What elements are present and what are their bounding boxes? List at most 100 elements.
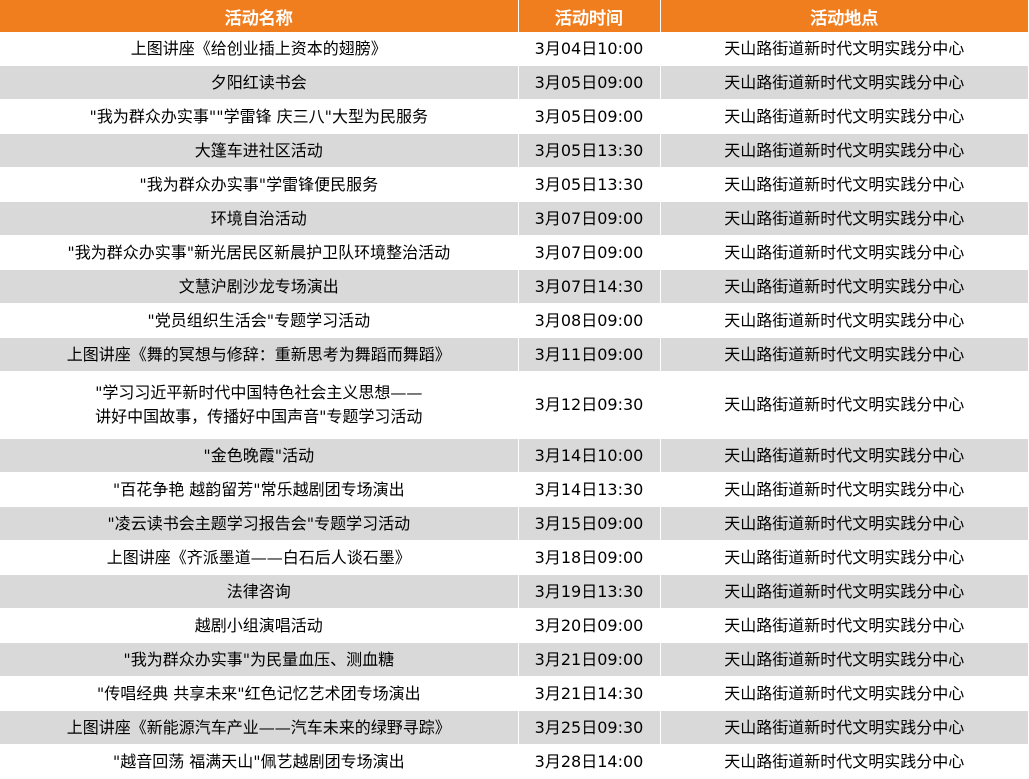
activity-time: 3月14日13:30 [518, 472, 661, 507]
activity-name-cell: "党员组织生活会"专题学习活动 [0, 303, 519, 338]
activity-time: 3月05日09:00 [518, 99, 661, 134]
activity-time: 3月15日09:00 [518, 506, 661, 541]
activity-name-cell: 上图讲座《给创业插上资本的翅膀》 [0, 32, 519, 66]
activity-name: "我为群众办实事"为民量血压、测血糖 [123, 649, 395, 669]
activity-place: 天山路街道新时代文明实践分中心 [660, 472, 1028, 507]
activity-place: 天山路街道新时代文明实践分中心 [660, 642, 1028, 677]
activity-time: 3月19日13:30 [518, 574, 661, 609]
activity-place: 天山路街道新时代文明实践分中心 [660, 744, 1028, 779]
activity-name-cell: "我为群众办实事"新光居民区新晨护卫队环境整治活动 [0, 235, 519, 270]
table-row: "我为群众办实事"学雷锋便民服务 3月05日13:30 天山路街道新时代文明实践分中… [0, 167, 1028, 202]
table-row: "我为群众办实事""学雷锋 庆三八"大型为民服务 3月05日09:00 天山路街道新… [0, 99, 1028, 134]
activity-name: "我为群众办实事""学雷锋 庆三八"大型为民服务 [89, 106, 429, 126]
activity-place: 天山路街道新时代文明实践分中心 [660, 506, 1028, 541]
activity-time: 3月07日09:00 [518, 235, 661, 270]
activity-place: 天山路街道新时代文明实践分中心 [660, 710, 1028, 745]
table-row: "我为群众办实事"新光居民区新晨护卫队环境整治活动 3月07日09:00 天山路街道… [0, 235, 1028, 270]
activity-name: 夕阳红读书会 [210, 72, 307, 92]
activity-name-line2: 讲好中国故事，传播好中国声音"专题学习活动 [95, 407, 423, 426]
activity-name: "学习习近平新时代中国特色社会主义思想—— [95, 383, 423, 402]
activity-time: 3月18日09:00 [518, 540, 661, 575]
table-row: "越音回荡 福满天山"佩艺越剧团专场演出 3月28日14:00 天山路街道新时代文明… [0, 744, 1028, 779]
activity-place: 天山路街道新时代文明实践分中心 [660, 235, 1028, 270]
activity-name: 上图讲座《给创业插上资本的翅膀》 [130, 38, 387, 58]
activity-place: 天山路街道新时代文明实践分中心 [660, 438, 1028, 473]
activity-name-cell: 上图讲座《舞的冥想与修辞：重新思考为舞蹈而舞蹈》 [0, 337, 519, 372]
activity-time: 3月08日09:00 [518, 303, 661, 338]
activity-name: "党员组织生活会"专题学习活动 [147, 310, 371, 330]
activity-place: 天山路街道新时代文明实践分中心 [660, 608, 1028, 643]
table-row: 夕阳红读书会 3月05日09:00 天山路街道新时代文明实践分中心 [0, 65, 1028, 100]
activity-time: 3月14日10:00 [518, 438, 661, 473]
activity-name-cell: "传唱经典 共享未来"红色记忆艺术团专场演出 [0, 676, 519, 711]
activity-time: 3月25日09:30 [518, 710, 661, 745]
activity-name-cell: "学习习近平新时代中国特色社会主义思想—— 讲好中国故事，传播好中国声音"专题学习… [0, 371, 519, 439]
activity-name-cell: 文慧沪剧沙龙专场演出 [0, 269, 519, 304]
activity-name: 越剧小组演唱活动 [194, 615, 323, 635]
activity-name-cell: 环境自治活动 [0, 201, 519, 236]
activity-time: 3月07日14:30 [518, 269, 661, 304]
activity-time: 3月07日09:00 [518, 201, 661, 236]
activity-time: 3月12日09:30 [518, 371, 661, 439]
header-activity-place: 活动地点 [660, 0, 1028, 32]
table-row: 大篷车进社区活动 3月05日13:30 天山路街道新时代文明实践分中心 [0, 133, 1028, 168]
table-row: 越剧小组演唱活动 3月20日09:00 天山路街道新时代文明实践分中心 [0, 608, 1028, 643]
activity-name: "传唱经典 共享未来"红色记忆艺术团专场演出 [96, 683, 421, 703]
activity-name-cell: "我为群众办实事"为民量血压、测血糖 [0, 642, 519, 677]
activity-place: 天山路街道新时代文明实践分中心 [660, 201, 1028, 236]
activity-name: 文慧沪剧沙龙专场演出 [178, 276, 339, 296]
activity-name: 大篷车进社区活动 [194, 140, 323, 160]
activity-name: "我为群众办实事"学雷锋便民服务 [139, 174, 379, 194]
activity-place: 天山路街道新时代文明实践分中心 [660, 303, 1028, 338]
header-activity-time: 活动时间 [518, 0, 661, 32]
activity-place: 天山路街道新时代文明实践分中心 [660, 65, 1028, 100]
activity-time: 3月28日14:00 [518, 744, 661, 779]
activity-name-cell: "越音回荡 福满天山"佩艺越剧团专场演出 [0, 744, 519, 779]
activity-name-cell: 夕阳红读书会 [0, 65, 519, 100]
table-row: 上图讲座《舞的冥想与修辞：重新思考为舞蹈而舞蹈》 3月11日09:00 天山路街道新… [0, 337, 1028, 372]
header-activity-name: 活动名称 [0, 0, 519, 32]
table-header-row: 活动名称 活动时间 活动地点 [0, 0, 1028, 32]
activity-time: 3月20日09:00 [518, 608, 661, 643]
table-row: 法律咨询 3月19日13:30 天山路街道新时代文明实践分中心 [0, 574, 1028, 609]
activity-name-cell: 上图讲座《新能源汽车产业——汽车未来的绿野寻踪》 [0, 710, 519, 745]
table-row: "金色晚霞"活动 3月14日10:00 天山路街道新时代文明实践分中心 [0, 438, 1028, 473]
activity-place: 天山路街道新时代文明实践分中心 [660, 167, 1028, 202]
table-row: 上图讲座《齐派墨道——白石后人谈石墨》 3月18日09:00 天山路街道新时代文明实… [0, 540, 1028, 575]
activity-name: 环境自治活动 [210, 208, 307, 228]
table-row: 上图讲座《给创业插上资本的翅膀》 3月04日10:00 天山路街道新时代文明实践分中… [0, 32, 1028, 66]
activity-time: 3月05日09:00 [518, 65, 661, 100]
table-row: "百花争艳 越韵留芳"常乐越剧团专场演出 3月14日13:30 天山路街道新时代文明… [0, 472, 1028, 507]
activity-name: "我为群众办实事"新光居民区新晨护卫队环境整治活动 [67, 242, 451, 262]
activity-place: 天山路街道新时代文明实践分中心 [660, 269, 1028, 304]
activity-name-cell: 上图讲座《齐派墨道——白石后人谈石墨》 [0, 540, 519, 575]
activity-name: 上图讲座《新能源汽车产业——汽车未来的绿野寻踪》 [66, 717, 451, 737]
activity-name-cell: 大篷车进社区活动 [0, 133, 519, 168]
activity-name-cell: "凌云读书会主题学习报告会"专题学习活动 [0, 506, 519, 541]
activity-place: 天山路街道新时代文明实践分中心 [660, 574, 1028, 609]
activity-place: 天山路街道新时代文明实践分中心 [660, 32, 1028, 66]
activity-name: 法律咨询 [226, 581, 291, 601]
activity-place: 天山路街道新时代文明实践分中心 [660, 337, 1028, 372]
activity-time: 3月05日13:30 [518, 167, 661, 202]
table-row: "党员组织生活会"专题学习活动 3月08日09:00 天山路街道新时代文明实践分中心 [0, 303, 1028, 338]
activity-time: 3月21日14:30 [518, 676, 661, 711]
activity-name: 上图讲座《舞的冥想与修辞：重新思考为舞蹈而舞蹈》 [66, 344, 451, 364]
activity-place: 天山路街道新时代文明实践分中心 [660, 676, 1028, 711]
activity-name-cell: "我为群众办实事""学雷锋 庆三八"大型为民服务 [0, 99, 519, 134]
activity-place: 天山路街道新时代文明实践分中心 [660, 540, 1028, 575]
activity-place: 天山路街道新时代文明实践分中心 [660, 99, 1028, 134]
activity-place: 天山路街道新时代文明实践分中心 [660, 133, 1028, 168]
table-row: "传唱经典 共享未来"红色记忆艺术团专场演出 3月21日14:30 天山路街道新时代… [0, 676, 1028, 711]
activity-name: "越音回荡 福满天山"佩艺越剧团专场演出 [112, 751, 405, 771]
table-row: 环境自治活动 3月07日09:00 天山路街道新时代文明实践分中心 [0, 201, 1028, 236]
activity-name-cell: "百花争艳 越韵留芳"常乐越剧团专场演出 [0, 472, 519, 507]
table-row: "学习习近平新时代中国特色社会主义思想—— 讲好中国故事，传播好中国声音"专题学习… [0, 371, 1028, 439]
activity-time: 3月21日09:00 [518, 642, 661, 677]
activity-name-cell: 法律咨询 [0, 574, 519, 609]
activity-place: 天山路街道新时代文明实践分中心 [660, 371, 1028, 439]
activity-name-cell: 越剧小组演唱活动 [0, 608, 519, 643]
activity-name: 上图讲座《齐派墨道——白石后人谈石墨》 [106, 547, 411, 567]
table-row: 上图讲座《新能源汽车产业——汽车未来的绿野寻踪》 3月25日09:30 天山路街道新… [0, 710, 1028, 745]
activity-name-cell: "金色晚霞"活动 [0, 438, 519, 473]
